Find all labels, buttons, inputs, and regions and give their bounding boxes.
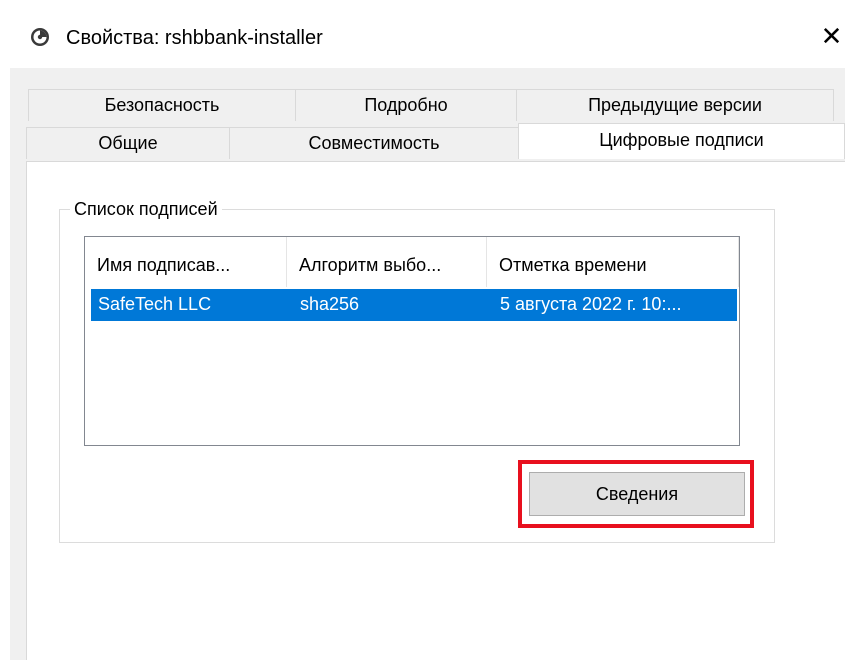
list-header: Имя подписав... Алгоритм выбо... Отметка… <box>85 237 739 287</box>
timestamp: 5 августа 2022 г. 10:... <box>500 294 682 314</box>
details-button[interactable]: Сведения <box>529 472 745 516</box>
list-item[interactable]: SafeTech LLC sha256 5 августа 2022 г. 10… <box>91 289 737 321</box>
tab-compatibility[interactable]: Совместимость <box>229 127 519 159</box>
title-bar: Свойства: rshbbank-installer ✕ <box>0 0 845 62</box>
signature-list-label: Список подписей <box>70 198 222 220</box>
tab-details[interactable]: Подробно <box>295 89 517 121</box>
digest-algorithm: sha256 <box>300 294 360 314</box>
close-button[interactable]: ✕ <box>818 22 845 52</box>
tab-previous-versions[interactable]: Предыдущие версии <box>516 89 834 121</box>
tab-security[interactable]: Безопасность <box>28 89 296 121</box>
column-header-signer[interactable]: Имя подписав... <box>85 237 287 287</box>
signer-name: SafeTech LLC <box>98 294 212 314</box>
column-header-timestamp[interactable]: Отметка времени <box>487 237 739 287</box>
column-header-algorithm[interactable]: Алгоритм выбо... <box>287 237 487 287</box>
tab-general[interactable]: Общие <box>26 127 230 159</box>
properties-icon <box>31 28 49 46</box>
signature-list[interactable]: Имя подписав... Алгоритм выбо... Отметка… <box>84 236 740 446</box>
tab-digital-signatures[interactable]: Цифровые подписи <box>518 123 845 159</box>
window-title: Свойства: rshbbank-installer <box>66 27 323 49</box>
